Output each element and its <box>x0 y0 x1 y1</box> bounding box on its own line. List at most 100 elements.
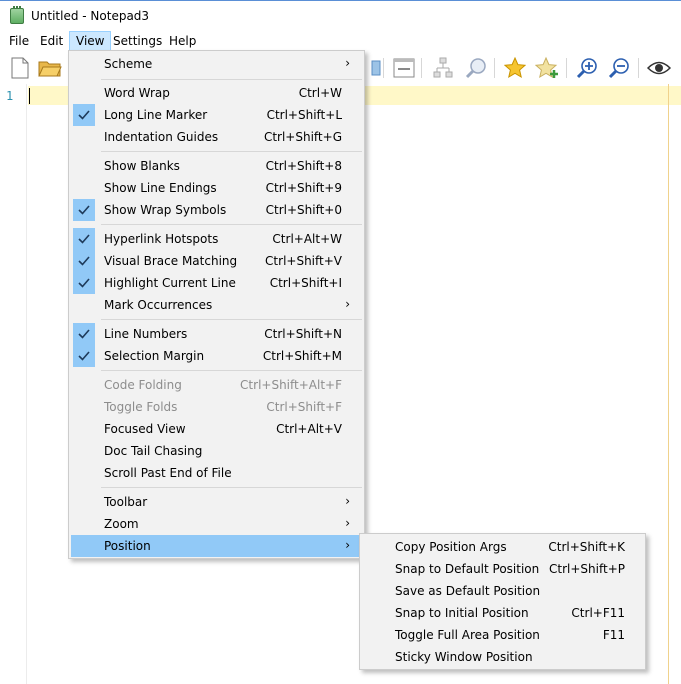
menu-item-zoom[interactable]: Zoom › <box>71 513 362 535</box>
toolbar-separator <box>383 58 384 78</box>
window-title: Untitled - Notepad3 <box>31 9 150 23</box>
menu-item-doc-tail-chasing[interactable]: Doc Tail Chasing <box>71 440 362 462</box>
menu-item-scheme[interactable]: Scheme › <box>71 53 362 75</box>
menu-item-label: Hyperlink Hotspots <box>104 232 219 246</box>
menu-item-line-numbers[interactable]: Line Numbers Ctrl+Shift+N <box>71 323 362 345</box>
menu-item-indentation-guides[interactable]: Indentation Guides Ctrl+Shift+G <box>71 126 362 148</box>
menu-separator <box>101 319 362 320</box>
menu-item-show-blanks[interactable]: Show Blanks Ctrl+Shift+8 <box>71 155 362 177</box>
menu-item-label: Code Folding <box>104 378 182 392</box>
menu-item-label: Toggle Full Area Position <box>395 628 540 642</box>
menu-item-shortcut: Ctrl+Shift+N <box>264 327 342 341</box>
menu-item-label: Save as Default Position <box>395 584 541 598</box>
menu-item-shortcut: Ctrl+Shift+P <box>549 562 625 576</box>
checkmark-icon <box>73 250 95 272</box>
menu-item-code-folding: Code Folding Ctrl+Shift+Alt+F <box>71 374 362 396</box>
menu-item-scroll-past-end[interactable]: Scroll Past End of File <box>71 462 362 484</box>
menu-item-shortcut: Ctrl+Shift+0 <box>265 203 342 217</box>
checkmark-icon <box>73 199 95 221</box>
menu-item-shortcut: Ctrl+Shift+I <box>269 276 342 290</box>
menu-item-toolbar[interactable]: Toolbar › <box>71 491 362 513</box>
menu-item-selection-margin[interactable]: Selection Margin Ctrl+Shift+M <box>71 345 362 367</box>
add-favorite-icon[interactable] <box>535 56 559 80</box>
menu-item-shortcut: Ctrl+Shift+G <box>263 130 342 144</box>
menu-item-sticky-window[interactable]: Sticky Window Position <box>362 646 643 668</box>
tree-icon[interactable] <box>431 56 455 80</box>
menu-item-label: Sticky Window Position <box>395 650 533 664</box>
notepad-app-icon <box>10 6 24 24</box>
menu-item-highlight-current-line[interactable]: Highlight Current Line Ctrl+Shift+I <box>71 272 362 294</box>
menu-item-hyperlink-hotspots[interactable]: Hyperlink Hotspots Ctrl+Alt+W <box>71 228 362 250</box>
chevron-right-icon: › <box>345 494 350 508</box>
menu-item-label: Doc Tail Chasing <box>104 444 203 458</box>
chevron-right-icon: › <box>345 297 350 311</box>
menu-item-shortcut: Ctrl+W <box>298 86 342 100</box>
menu-separator <box>101 487 362 488</box>
text-caret <box>29 88 30 104</box>
chevron-right-icon: › <box>345 538 350 552</box>
menu-item-focused-view[interactable]: Focused View Ctrl+Alt+V <box>71 418 362 440</box>
zoom-out-icon[interactable] <box>607 56 631 80</box>
menu-item-label: Toggle Folds <box>104 400 178 414</box>
menu-item-snap-to-initial[interactable]: Snap to Initial Position Ctrl+F11 <box>362 602 643 624</box>
menu-item-snap-to-default[interactable]: Snap to Default Position Ctrl+Shift+P <box>362 558 643 580</box>
menu-item-shortcut: Ctrl+Shift+L <box>266 108 342 122</box>
eye-icon[interactable] <box>647 56 671 80</box>
menu-item-toggle-full-area[interactable]: Toggle Full Area Position F11 <box>362 624 643 646</box>
menu-item-mark-occurrences[interactable]: Mark Occurrences › <box>71 294 362 316</box>
menu-item-label: Focused View <box>104 422 186 436</box>
menu-edit[interactable]: Edit <box>34 31 69 52</box>
zoom-in-icon[interactable] <box>575 56 599 80</box>
menu-item-label: Snap to Default Position <box>395 562 540 576</box>
menu-item-label: Line Numbers <box>104 327 188 341</box>
chevron-right-icon: › <box>345 516 350 530</box>
menu-item-shortcut: Ctrl+Shift+F <box>266 400 342 414</box>
open-folder-icon[interactable] <box>38 56 62 80</box>
toolbar-separator <box>494 58 495 78</box>
checkmark-icon <box>73 104 95 126</box>
menu-item-label: Long Line Marker <box>104 108 208 122</box>
menu-item-label: Word Wrap <box>104 86 170 100</box>
menu-item-long-line-marker[interactable]: Long Line Marker Ctrl+Shift+L <box>71 104 362 126</box>
menu-item-label: Copy Position Args <box>395 540 507 554</box>
toolbar-separator <box>638 58 639 78</box>
toolbar-separator <box>421 58 422 78</box>
position-submenu: Copy Position Args Ctrl+Shift+K Snap to … <box>359 533 646 670</box>
menu-item-shortcut: Ctrl+Alt+W <box>272 232 342 246</box>
window-icon[interactable] <box>392 56 416 80</box>
menu-separator <box>101 151 362 152</box>
menu-view[interactable]: View <box>69 31 112 52</box>
checkmark-icon <box>73 323 95 345</box>
menu-item-label: Show Line Endings <box>104 181 217 195</box>
menu-bar: File Edit View Settings Help <box>0 31 681 52</box>
menu-item-position[interactable]: Position › <box>71 535 362 557</box>
new-file-icon[interactable] <box>8 56 32 80</box>
menu-item-show-wrap-symbols[interactable]: Show Wrap Symbols Ctrl+Shift+0 <box>71 199 362 221</box>
menu-item-label: Show Wrap Symbols <box>104 203 227 217</box>
menu-item-word-wrap[interactable]: Word Wrap Ctrl+W <box>71 82 362 104</box>
menu-file[interactable]: File <box>3 31 35 52</box>
menu-item-label: Visual Brace Matching <box>104 254 238 268</box>
menu-item-visual-brace-matching[interactable]: Visual Brace Matching Ctrl+Shift+V <box>71 250 362 272</box>
menu-item-toggle-folds: Toggle Folds Ctrl+Shift+F <box>71 396 362 418</box>
star-icon[interactable] <box>503 56 527 80</box>
menu-item-shortcut: Ctrl+Shift+V <box>265 254 342 268</box>
view-menu: Scheme › Word Wrap Ctrl+W Long Line Mark… <box>68 50 365 559</box>
menu-item-copy-position-args[interactable]: Copy Position Args Ctrl+Shift+K <box>362 536 643 558</box>
checkmark-icon <box>73 345 95 367</box>
menu-item-label: Zoom <box>104 517 139 531</box>
menu-item-show-line-endings[interactable]: Show Line Endings Ctrl+Shift+9 <box>71 177 362 199</box>
menu-separator <box>101 224 362 225</box>
menu-item-label: Indentation Guides <box>104 130 219 144</box>
menu-settings[interactable]: Settings <box>107 31 168 52</box>
checkmark-icon <box>73 272 95 294</box>
menu-separator <box>101 370 362 371</box>
long-line-marker <box>668 84 669 684</box>
find-icon[interactable] <box>464 56 488 80</box>
menu-item-shortcut: Ctrl+Shift+9 <box>265 181 342 195</box>
copy-icon[interactable] <box>364 56 388 80</box>
menu-item-save-as-default[interactable]: Save as Default Position <box>362 580 643 602</box>
menu-help[interactable]: Help <box>163 31 202 52</box>
toolbar-separator <box>566 58 567 78</box>
menu-item-label: Snap to Initial Position <box>395 606 529 620</box>
